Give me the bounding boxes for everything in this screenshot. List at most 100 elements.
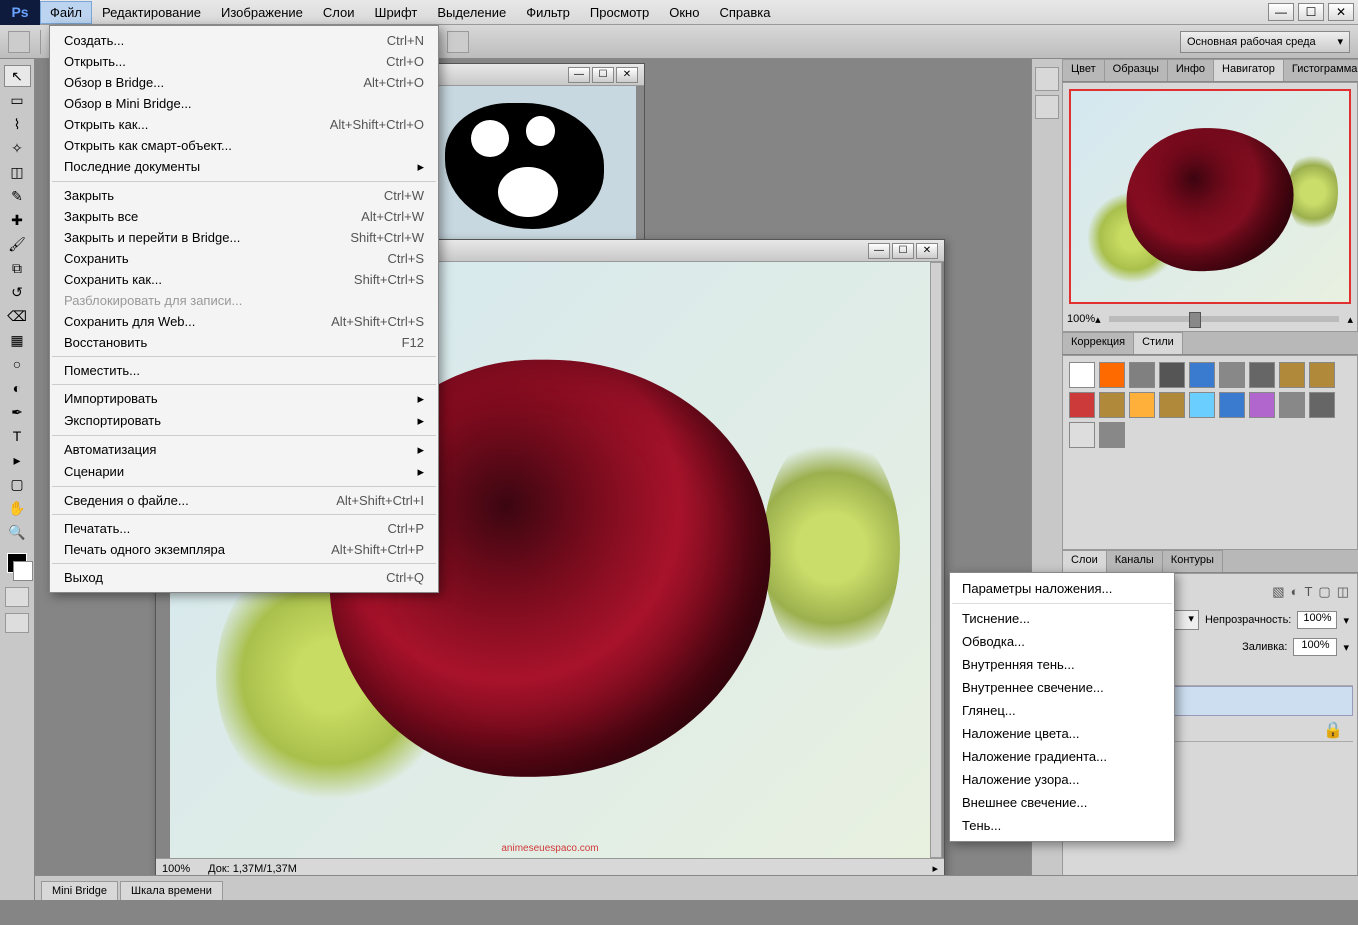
- menu-окно[interactable]: Окно: [659, 1, 709, 24]
- menu-файл[interactable]: Файл: [40, 1, 92, 24]
- filter-adjust-icon[interactable]: ◐: [1291, 584, 1299, 600]
- tab-timeline[interactable]: Шкала времени: [120, 881, 223, 900]
- type-tool[interactable]: T: [4, 425, 31, 447]
- panel-tab[interactable]: Слои: [1062, 550, 1107, 572]
- nav-zoom-slider[interactable]: [1109, 316, 1340, 322]
- shape-tool[interactable]: ▢: [4, 473, 31, 495]
- fx-menu-item[interactable]: Параметры наложения...: [950, 577, 1174, 600]
- menu-item[interactable]: Автоматизация▸: [50, 439, 438, 461]
- gradient-tool[interactable]: ▦: [4, 329, 31, 351]
- menu-справка[interactable]: Справка: [709, 1, 780, 24]
- history-brush-tool[interactable]: ↺: [4, 281, 31, 303]
- menu-item[interactable]: Открыть как смарт-объект...: [50, 135, 438, 156]
- doc-maximize-button[interactable]: ☐: [892, 243, 914, 259]
- auto-align-icon[interactable]: [447, 31, 469, 53]
- navigator-thumbnail[interactable]: [1069, 89, 1351, 304]
- style-swatch[interactable]: [1129, 392, 1155, 418]
- heal-tool[interactable]: ✚: [4, 209, 31, 231]
- style-swatch[interactable]: [1279, 392, 1305, 418]
- minimize-button[interactable]: —: [1268, 3, 1294, 21]
- panel-tab[interactable]: Коррекция: [1062, 332, 1134, 354]
- fill-value[interactable]: 100%: [1293, 638, 1337, 656]
- menu-item[interactable]: Открыть как...Alt+Shift+Ctrl+O: [50, 114, 438, 135]
- menu-item[interactable]: Сохранить для Web...Alt+Shift+Ctrl+S: [50, 311, 438, 332]
- crop-tool[interactable]: ◫: [4, 161, 31, 183]
- doc-minimize-button[interactable]: —: [568, 67, 590, 83]
- close-button[interactable]: ✕: [1328, 3, 1354, 21]
- style-swatch[interactable]: [1189, 362, 1215, 388]
- panel-tab[interactable]: Контуры: [1162, 550, 1223, 572]
- eraser-tool[interactable]: ⌫: [4, 305, 31, 327]
- style-swatch[interactable]: [1159, 392, 1185, 418]
- filter-pixel-icon[interactable]: ▧: [1272, 584, 1284, 600]
- filter-smart-icon[interactable]: ◫: [1337, 584, 1349, 600]
- lasso-tool[interactable]: ⌇: [4, 113, 31, 135]
- fx-menu-item[interactable]: Наложение узора...: [950, 768, 1174, 791]
- fx-menu-item[interactable]: Тиснение...: [950, 607, 1174, 630]
- nav-zoom-value[interactable]: 100%: [1067, 313, 1095, 325]
- style-swatch[interactable]: [1219, 392, 1245, 418]
- brush-tool[interactable]: 🖌: [4, 233, 31, 255]
- fx-menu-item[interactable]: Внутренняя тень...: [950, 653, 1174, 676]
- style-swatch[interactable]: [1099, 392, 1125, 418]
- pen-tool[interactable]: ✒: [4, 401, 31, 423]
- style-swatch[interactable]: [1069, 362, 1095, 388]
- style-swatch[interactable]: [1249, 392, 1275, 418]
- menu-item[interactable]: СохранитьCtrl+S: [50, 248, 438, 269]
- menu-item[interactable]: Закрыть и перейти в Bridge...Shift+Ctrl+…: [50, 227, 438, 248]
- menu-item[interactable]: Закрыть всеAlt+Ctrl+W: [50, 206, 438, 227]
- panel-tab[interactable]: Каналы: [1106, 550, 1163, 572]
- menu-просмотр[interactable]: Просмотр: [580, 1, 659, 24]
- menu-item[interactable]: Сценарии▸: [50, 461, 438, 483]
- menu-item[interactable]: Печатать...Ctrl+P: [50, 518, 438, 539]
- screenmode-button[interactable]: [5, 613, 29, 633]
- style-swatch[interactable]: [1099, 422, 1125, 448]
- style-swatch[interactable]: [1069, 392, 1095, 418]
- menu-item[interactable]: Обзор в Bridge...Alt+Ctrl+O: [50, 72, 438, 93]
- style-swatch[interactable]: [1189, 392, 1215, 418]
- menu-item[interactable]: ЗакрытьCtrl+W: [50, 185, 438, 206]
- dock-icon[interactable]: [1035, 67, 1059, 91]
- move-tool[interactable]: ↖: [4, 65, 31, 87]
- menu-слои[interactable]: Слои: [313, 1, 365, 24]
- stamp-tool[interactable]: ⧉: [4, 257, 31, 279]
- document-window-small[interactable]: — ☐ ✕: [415, 63, 645, 263]
- fx-menu-item[interactable]: Обводка...: [950, 630, 1174, 653]
- panel-tab[interactable]: Образцы: [1104, 59, 1168, 81]
- quickmask-button[interactable]: [5, 587, 29, 607]
- fx-menu-item[interactable]: Внутреннее свечение...: [950, 676, 1174, 699]
- tab-mini-bridge[interactable]: Mini Bridge: [41, 881, 118, 900]
- doc-close-button[interactable]: ✕: [916, 243, 938, 259]
- filter-shape-icon[interactable]: ▢: [1318, 584, 1330, 600]
- menu-item[interactable]: Экспортировать▸: [50, 410, 438, 432]
- doc-minimize-button[interactable]: —: [868, 243, 890, 259]
- workspace-dropdown[interactable]: Основная рабочая среда▾: [1180, 31, 1350, 53]
- style-swatch[interactable]: [1309, 392, 1335, 418]
- dodge-tool[interactable]: ◐: [4, 377, 31, 399]
- menu-item[interactable]: Открыть...Ctrl+O: [50, 51, 438, 72]
- menu-item[interactable]: Сохранить как...Shift+Ctrl+S: [50, 269, 438, 290]
- background-swatch[interactable]: [13, 561, 33, 581]
- maximize-button[interactable]: ☐: [1298, 3, 1324, 21]
- eyedropper-tool[interactable]: ✎: [4, 185, 31, 207]
- panel-tab[interactable]: Цвет: [1062, 59, 1105, 81]
- menu-item[interactable]: Печать одного экземпляраAlt+Shift+Ctrl+P: [50, 539, 438, 560]
- fx-menu-item[interactable]: Тень...: [950, 814, 1174, 837]
- menu-item[interactable]: Создать...Ctrl+N: [50, 30, 438, 51]
- style-swatch[interactable]: [1249, 362, 1275, 388]
- menu-выделение[interactable]: Выделение: [427, 1, 516, 24]
- scrollbar-vertical[interactable]: [930, 262, 942, 858]
- opacity-value[interactable]: 100%: [1297, 611, 1337, 629]
- style-swatch[interactable]: [1069, 422, 1095, 448]
- fx-menu-item[interactable]: Глянец...: [950, 699, 1174, 722]
- menu-фильтр[interactable]: Фильтр: [516, 1, 580, 24]
- path-tool[interactable]: ▸: [4, 449, 31, 471]
- fx-menu-item[interactable]: Наложение градиента...: [950, 745, 1174, 768]
- style-swatch[interactable]: [1219, 362, 1245, 388]
- style-swatch[interactable]: [1099, 362, 1125, 388]
- dock-icon[interactable]: [1035, 95, 1059, 119]
- panel-tab[interactable]: Навигатор: [1213, 59, 1284, 81]
- tool-preset-icon[interactable]: [8, 31, 30, 53]
- zoom-tool[interactable]: 🔍: [4, 521, 31, 543]
- style-swatch[interactable]: [1309, 362, 1335, 388]
